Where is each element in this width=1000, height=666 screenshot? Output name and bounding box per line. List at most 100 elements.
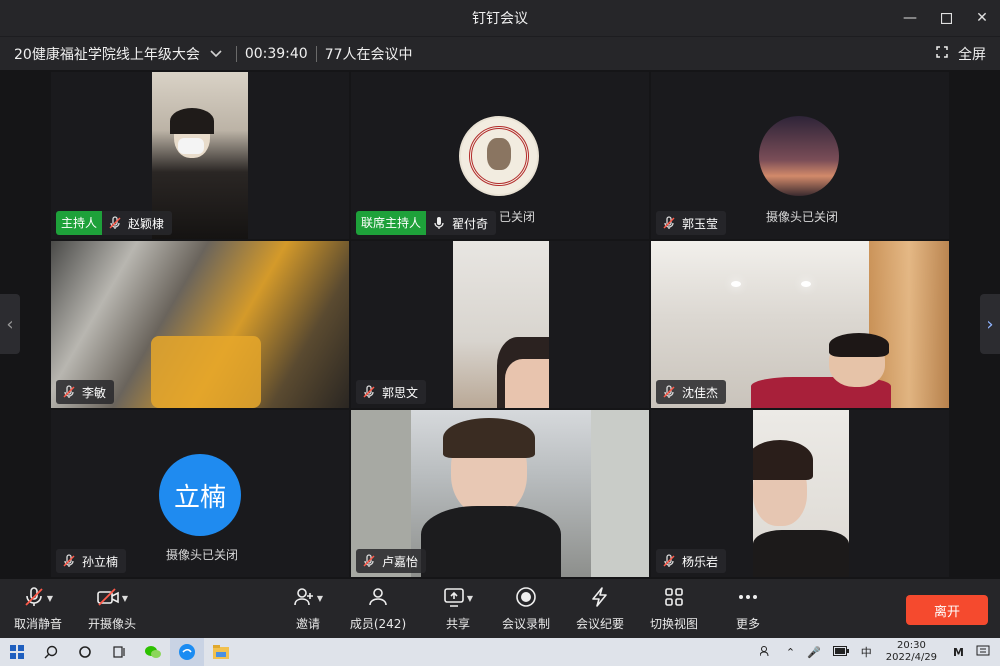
- window-controls: — ✕: [892, 0, 1000, 36]
- chevron-right-icon: ›: [986, 313, 994, 335]
- caret-down-icon[interactable]: ▼: [317, 594, 323, 603]
- camera-button[interactable]: ▼ 开摄像头: [84, 579, 140, 638]
- clock-date: 2022/4/29: [885, 652, 938, 663]
- participant-tile[interactable]: 沈佳杰: [651, 241, 949, 408]
- minimize-icon[interactable]: —: [892, 0, 928, 36]
- divider: [315, 45, 317, 62]
- file-explorer-icon[interactable]: [204, 638, 238, 666]
- unmute-label: 取消静音: [13, 616, 62, 631]
- participant-tile[interactable]: 已关闭 联席主持人 翟付奇: [351, 72, 649, 239]
- app-tray-icon[interactable]: M: [953, 646, 964, 659]
- participant-name: 沈佳杰: [682, 385, 719, 400]
- mic-muted-icon: [23, 586, 45, 611]
- chevron-left-icon: ‹: [6, 313, 14, 335]
- caret-down-icon[interactable]: ▼: [47, 594, 53, 603]
- os-taskbar: ⌃ 🎤 中 20:30 2022/4/29 M: [0, 638, 1000, 666]
- participant-label: 郭玉莹: [656, 211, 727, 235]
- more-label: 更多: [735, 616, 760, 631]
- participant-count: 77人在会议中: [324, 46, 413, 63]
- participant-video: [453, 241, 549, 408]
- more-dots-icon: [737, 586, 759, 611]
- dingtalk-app-icon[interactable]: [170, 638, 204, 666]
- more-button[interactable]: 更多: [728, 579, 768, 638]
- share-button[interactable]: ▼ 共享: [438, 579, 478, 638]
- switch-view-button[interactable]: 切换视图: [648, 579, 700, 638]
- system-tray: ⌃ 🎤 中 20:30 2022/4/29 M: [752, 638, 1000, 666]
- maximize-icon[interactable]: [928, 0, 964, 36]
- participant-name: 赵颖棣: [128, 216, 165, 231]
- windows-start-icon[interactable]: [0, 638, 34, 666]
- mic-muted-icon: [656, 211, 682, 235]
- record-button[interactable]: 会议录制: [500, 579, 552, 638]
- camera-off-icon: [96, 586, 120, 611]
- participant-label: 郭思文: [356, 380, 427, 404]
- minutes-button[interactable]: 会议纪要: [574, 579, 626, 638]
- participant-name: 孙立楠: [82, 554, 119, 569]
- ime-indicator[interactable]: 中: [861, 644, 872, 660]
- participant-name: 杨乐岩: [682, 554, 719, 569]
- participant-label: 主持人 赵颖棣: [56, 211, 173, 235]
- wechat-app-icon[interactable]: [136, 638, 170, 666]
- participant-tile[interactable]: 主持人 赵颖棣: [51, 72, 349, 239]
- battery-icon[interactable]: [832, 645, 849, 659]
- leave-button[interactable]: 离开: [906, 595, 988, 625]
- fullscreen-button[interactable]: 全屏: [936, 37, 986, 71]
- invite-button[interactable]: ▼ 邀请: [288, 579, 328, 638]
- caret-down-icon[interactable]: ▼: [467, 594, 473, 603]
- fullscreen-label: 全屏: [958, 47, 986, 63]
- divider: [235, 45, 237, 62]
- meeting-name[interactable]: 20健康福祉学院线上年级大会: [14, 44, 200, 64]
- close-icon[interactable]: ✕: [964, 0, 1000, 36]
- next-page-button[interactable]: ›: [980, 294, 1000, 354]
- add-user-icon: [293, 586, 315, 611]
- mic-muted-icon: [656, 549, 682, 573]
- participant-tile[interactable]: 卢嘉怡: [351, 410, 649, 577]
- meeting-toolbar: ▼ 取消静音 ▼ 开摄像头 ▼ 邀请 成员(242) ▼ 共享 会议录制 会议纪…: [0, 579, 1000, 638]
- mic-muted-icon: [56, 549, 82, 573]
- participant-name: 卢嘉怡: [382, 554, 419, 569]
- grid-view-icon: [663, 586, 685, 611]
- participant-label: 卢嘉怡: [356, 549, 427, 573]
- mic-muted-icon: [656, 380, 682, 404]
- participant-tile[interactable]: 杨乐岩: [651, 410, 949, 577]
- meeting-timer: 00:39:40: [244, 45, 308, 62]
- participant-video: [753, 410, 849, 577]
- participant-tile[interactable]: 摄像头已关闭 郭玉莹: [651, 72, 949, 239]
- participant-label: 李敏: [56, 380, 115, 404]
- search-icon[interactable]: [34, 638, 68, 666]
- cortana-icon[interactable]: [68, 638, 102, 666]
- camera-off-text: 摄像头已关闭: [766, 210, 839, 224]
- switch-view-label: 切换视图: [649, 616, 698, 631]
- participant-name: 郭思文: [382, 385, 419, 400]
- chevron-down-icon[interactable]: [210, 49, 222, 58]
- participant-label: 联席主持人 翟付奇: [356, 211, 497, 235]
- share-label: 共享: [445, 616, 470, 631]
- clock-time: 20:30: [896, 640, 926, 651]
- lightning-icon: [589, 586, 611, 611]
- caret-down-icon[interactable]: ▼: [122, 594, 128, 603]
- prev-page-button[interactable]: ‹: [0, 294, 20, 354]
- participant-name: 郭玉莹: [682, 216, 719, 231]
- members-button[interactable]: 成员(242): [348, 579, 408, 638]
- fullscreen-icon: [936, 46, 948, 62]
- participant-tile[interactable]: 立楠 摄像头已关闭 孙立楠: [51, 410, 349, 577]
- meeting-info-bar: 20健康福祉学院线上年级大会 00:39:40 77人在会议中 全屏: [0, 36, 1000, 70]
- microphone-tray-icon[interactable]: 🎤: [807, 646, 821, 659]
- chevron-up-icon[interactable]: ⌃: [786, 646, 795, 659]
- mic-muted-icon: [102, 211, 128, 235]
- task-view-icon[interactable]: [102, 638, 136, 666]
- meeting-window: 钉钉会议 — ✕ 20健康福祉学院线上年级大会 00:39:40 77人在会议中…: [0, 0, 1000, 666]
- participant-name: 翟付奇: [452, 216, 489, 231]
- notification-icon[interactable]: [976, 644, 990, 661]
- record-label: 会议录制: [501, 616, 550, 631]
- mic-muted-icon: [356, 549, 382, 573]
- participant-tile[interactable]: 郭思文: [351, 241, 649, 408]
- participant-tile[interactable]: 李敏: [51, 241, 349, 408]
- record-icon: [515, 586, 537, 611]
- invite-label: 邀请: [295, 616, 320, 631]
- unmute-button[interactable]: ▼ 取消静音: [10, 579, 66, 638]
- participant-label: 沈佳杰: [656, 380, 727, 404]
- camera-label: 开摄像头: [87, 616, 136, 631]
- clock[interactable]: 20:30 2022/4/29: [886, 640, 937, 664]
- people-icon[interactable]: [759, 645, 772, 660]
